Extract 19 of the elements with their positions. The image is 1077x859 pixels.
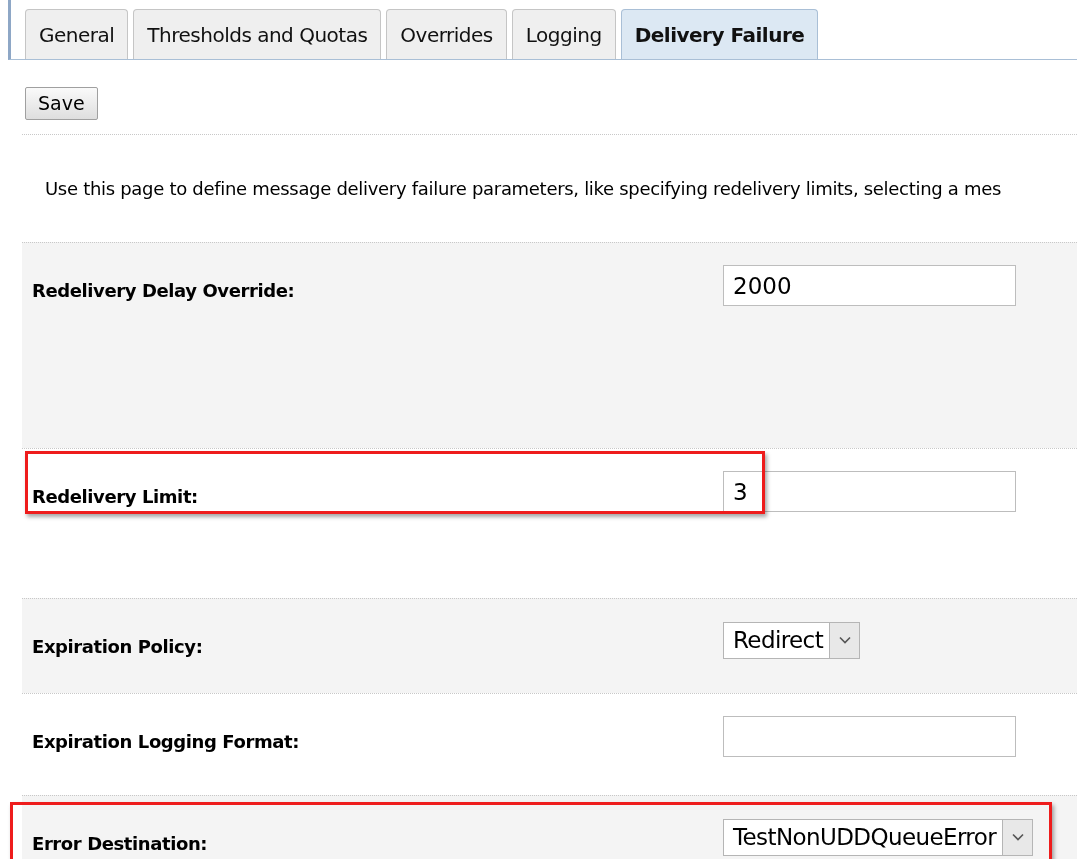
dropdown[interactable]: TestNonUDDQueueError <box>723 818 1034 856</box>
field-label: Redelivery Limit: <box>32 484 199 509</box>
save-button[interactable]: Save <box>25 87 98 120</box>
tab[interactable]: General <box>25 9 129 59</box>
description-text: Use this page to define message delivery failure parameters, like specifying redelivery limits, selecting a mes <box>45 176 1003 201</box>
dropdown[interactable]: Redirect <box>723 621 861 659</box>
tab[interactable]: Thresholds and Quotas <box>133 9 382 59</box>
chevron-icon <box>1011 833 1024 841</box>
field-label: Expiration Logging Format: <box>32 729 301 754</box>
tab[interactable]: Overrides <box>386 9 507 59</box>
field-label: Redelivery Delay Override: <box>32 278 296 303</box>
input-field[interactable]: 2000 <box>723 265 1016 306</box>
tab[interactable]: Delivery Failure <box>620 9 819 59</box>
field-label: Expiration Policy: <box>32 634 204 659</box>
input-field[interactable] <box>723 716 1016 757</box>
chevron-icon <box>838 636 851 644</box>
field-label: Error Destination: <box>32 831 209 856</box>
input-field[interactable]: 3 <box>723 471 1016 512</box>
tab[interactable]: Logging <box>511 9 616 59</box>
